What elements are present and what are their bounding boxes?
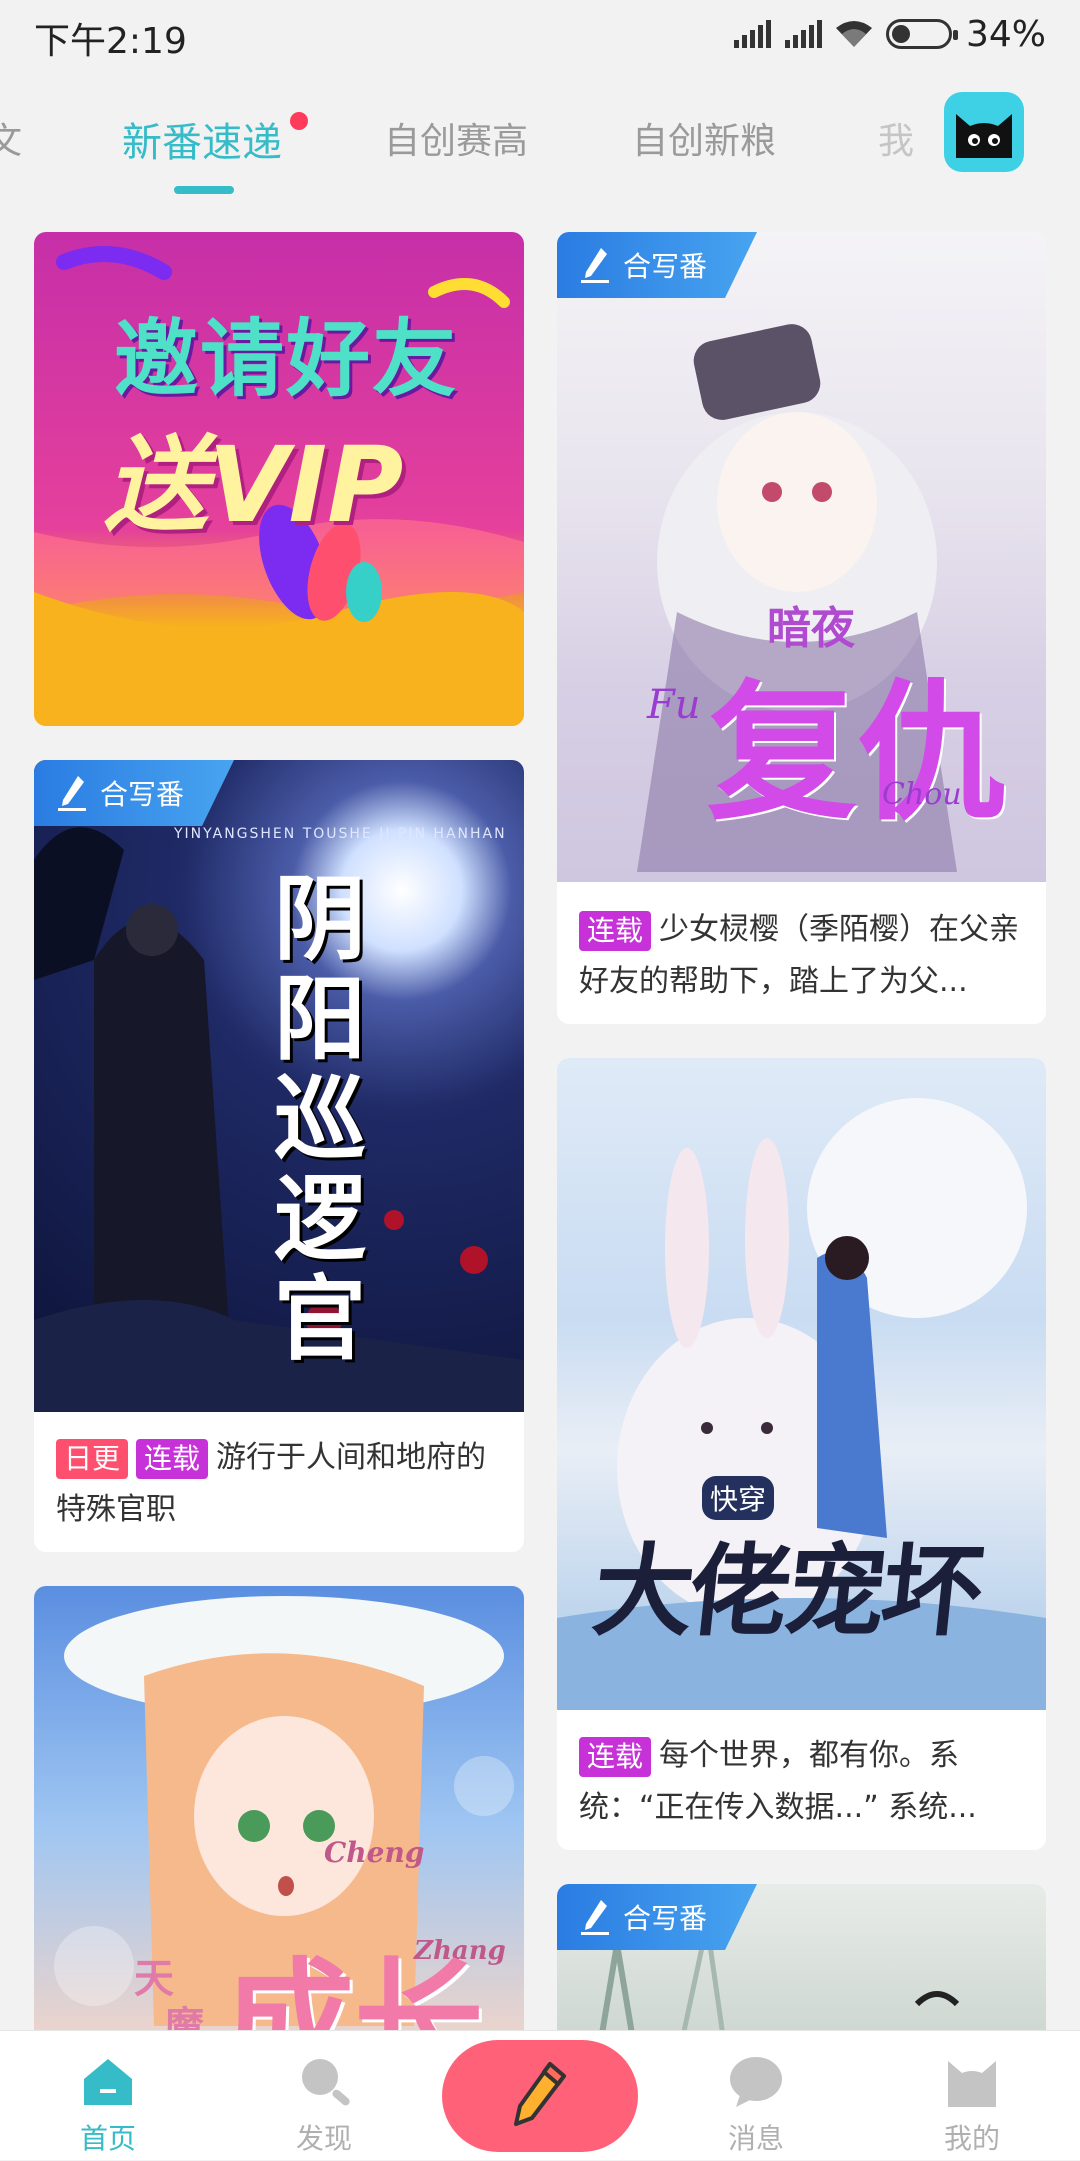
tab-partial-right[interactable]: 我 (878, 112, 914, 164)
nav-discover[interactable]: 发现 (216, 2031, 432, 2161)
pen-icon (581, 248, 609, 283)
pen-icon (58, 776, 86, 811)
cat-profile-icon (948, 2061, 996, 2107)
story-card-kuaichuan[interactable]: 快穿 大佬宠坏 连载 每个世界，都有你。系统：“正在传入数据...” 系统... (557, 1058, 1046, 1850)
nav-label: 发现 (295, 2122, 352, 2155)
serial-tag: 连载 (579, 1736, 652, 1777)
story-card-fuchou[interactable]: 暗夜 复仇 Fu Chou 合写番 连载 少女棂樱（季陌樱）在父亲好友的帮助下，踏… (557, 232, 1046, 1024)
battery-percent: 34% (965, 13, 1046, 55)
active-tab-indicator (174, 186, 234, 194)
banner-line1: 邀请好友 (114, 310, 459, 408)
tab-original-top[interactable]: 自创赛高 (384, 112, 528, 164)
banner-line2: 送VIP (104, 424, 404, 546)
nav-messages[interactable]: 消息 (648, 2031, 864, 2161)
cover-title-big: 复仇 (707, 667, 1008, 841)
co-write-badge: 合写番 (557, 232, 757, 298)
card-desc-fuchou: 连载 少女棂樱（季陌樱）在父亲好友的帮助下，踏上了为父... (579, 904, 1024, 1008)
cover-image-kuaichuan: 快穿 大佬宠坏 (557, 1058, 1046, 1710)
cat-icon (956, 114, 1012, 158)
daily-tag: 日更 (56, 1438, 129, 1479)
nav-profile[interactable]: 我的 (864, 2031, 1080, 2161)
cover-chou: Chou (882, 777, 962, 812)
co-write-badge: 合写番 (34, 760, 234, 826)
pen-icon (581, 1900, 609, 1935)
signal-icon (733, 20, 771, 48)
signal-icon (784, 20, 822, 48)
cat-avatar-button[interactable] (944, 92, 1024, 172)
cover-image-chengzhang: Cheng Zhang 天 魔 成长 (34, 1586, 524, 2066)
top-tabs: 文 新番速递 自创赛高 自创新粮 我 (0, 90, 1080, 200)
story-card-chengzhang[interactable]: Cheng Zhang 天 魔 成长 (34, 1586, 524, 2066)
story-card-yinyang[interactable]: YINYANGSHEN TOUSHE JI PIN HANHAN 阴阳巡逻官 合… (34, 760, 524, 1552)
serial-tag: 连载 (579, 910, 652, 951)
cover-title-vertical: 阴阳巡逻官 (274, 866, 367, 1373)
search-icon (302, 2059, 350, 2106)
cover-small-text: YINYANGSHEN TOUSHE JI PIN HANHAN (174, 826, 507, 842)
cover-fu: Fu (647, 682, 701, 728)
serial-tag: 连载 (136, 1438, 209, 1479)
card-desc-yinyang: 日更 连载 游行于人间和地府的特殊官职 (56, 1432, 502, 1536)
nav-label: 我的 (943, 2122, 1000, 2155)
cover-title-big: 大佬宠坏 (587, 1533, 985, 1650)
nav-home[interactable]: 首页 (0, 2031, 216, 2161)
create-button[interactable] (442, 2040, 638, 2152)
home-icon (84, 2059, 132, 2105)
nav-label: 首页 (79, 2122, 136, 2155)
chat-icon (730, 2057, 782, 2107)
cover-image-fuchou: 暗夜 复仇 Fu Chou (557, 232, 1046, 882)
new-dot-badge (290, 112, 308, 130)
status-icons: 34% (733, 12, 1046, 56)
tab-new-releases[interactable]: 新番速递 (122, 110, 282, 168)
tab-original-new[interactable]: 自创新粮 (632, 112, 776, 164)
pencil-icon (514, 2062, 566, 2126)
cover-cheng: Cheng (324, 1836, 425, 1869)
battery-icon (885, 19, 958, 49)
status-time: 下午2:19 (34, 21, 187, 62)
wifi-icon (835, 21, 872, 47)
card-desc-kuaichuan: 连载 每个世界，都有你。系统：“正在传入数据...” 系统... (579, 1730, 1024, 1834)
cover-image-yinyang: YINYANGSHEN TOUSHE JI PIN HANHAN 阴阳巡逻官 (34, 760, 524, 1412)
nav-label: 消息 (727, 2122, 784, 2155)
tab-partial-left[interactable]: 文 (0, 112, 22, 164)
invite-banner[interactable]: 邀请好友 送VIP (34, 232, 524, 726)
status-bar: 下午2:19 34% (0, 0, 1080, 72)
co-write-badge: 合写番 (557, 1884, 757, 1950)
